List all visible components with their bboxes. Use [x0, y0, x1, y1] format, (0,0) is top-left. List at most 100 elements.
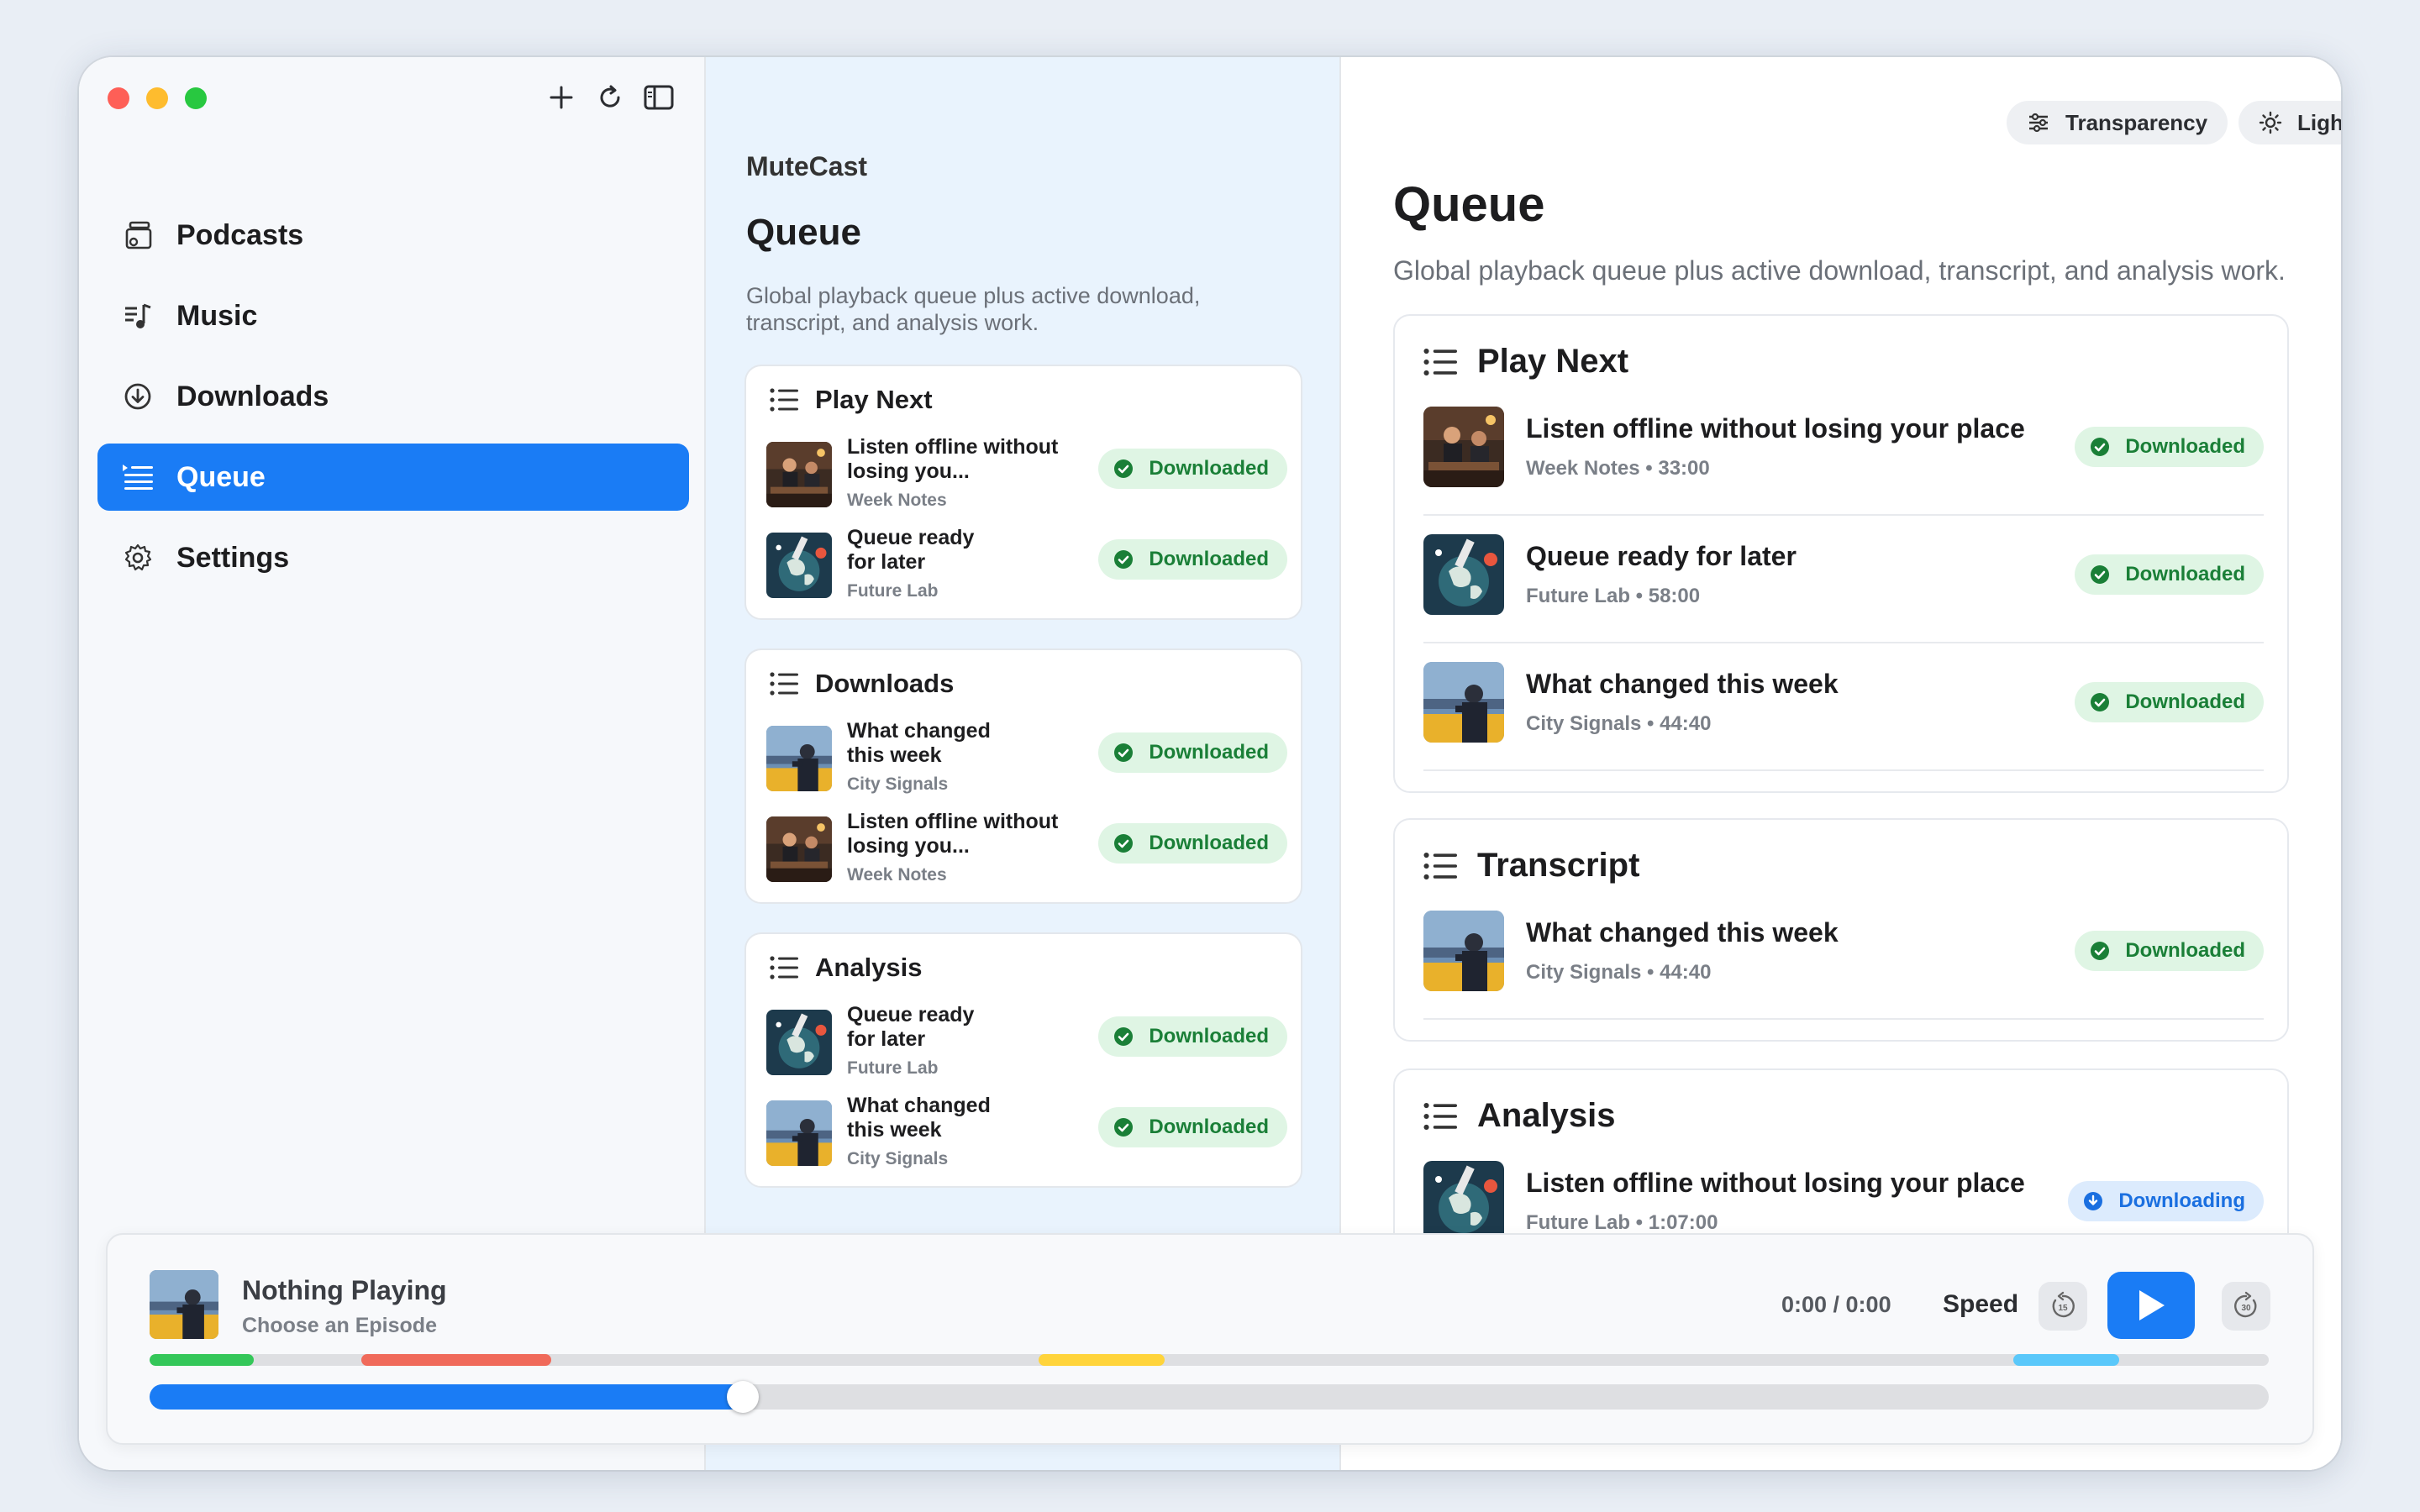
list-item[interactable]: Queue ready for later Future Lab Downloa… [766, 526, 1287, 603]
episode-title: Listen offline without losing you... [847, 435, 1059, 483]
status-badge: Downloaded [1098, 449, 1287, 489]
checkmark-icon [1113, 833, 1134, 853]
status-badge: Downloaded [1098, 1107, 1287, 1147]
episode-title: Listen offline without losing your place [1526, 413, 2025, 444]
list-item[interactable]: Queue ready for later Future Lab Downloa… [766, 1003, 1287, 1080]
detail-title: Queue [1393, 177, 1545, 232]
theme-toggle-button[interactable]: Light [2238, 101, 2341, 144]
window-controls [108, 87, 207, 109]
sidebar-item-music[interactable]: Music [97, 282, 689, 349]
list-icon [1423, 347, 1457, 377]
zoom-window-button[interactable] [185, 87, 207, 109]
episode-title: Listen offline without losing your place [1526, 1168, 2025, 1198]
music-icon [121, 299, 155, 333]
playback-scrubber-handle[interactable] [727, 1381, 759, 1413]
close-window-button[interactable] [108, 87, 129, 109]
status-label: Downloaded [1149, 832, 1269, 854]
table-row[interactable]: What changed this week City Signals • 44… [1423, 894, 2264, 1020]
segment-yellow [1039, 1354, 1165, 1366]
episode-meta: Future Lab • 1:07:00 [1526, 1211, 1718, 1234]
episode-title: What changed this week [1526, 917, 1839, 948]
episode-artwork [1423, 534, 1504, 615]
downloads-card: Downloads What changed this week City Si… [744, 648, 1302, 904]
skip-back-button[interactable]: 15 [2039, 1282, 2087, 1331]
status-label: Downloaded [1149, 1116, 1269, 1138]
svg-text:15: 15 [2058, 1304, 2068, 1313]
gear-icon [121, 541, 155, 575]
sidebar-toggle-icon[interactable] [644, 82, 674, 113]
list-item[interactable]: Listen offline without losing you... Wee… [766, 435, 1287, 512]
podcasts-icon [121, 218, 155, 252]
table-row[interactable]: What changed this week City Signals • 44… [1423, 645, 2264, 771]
section-heading: Analysis [770, 953, 923, 983]
playback-progress-fill [150, 1384, 743, 1410]
play-button[interactable] [2107, 1272, 2195, 1339]
sidebar-toolbar [546, 82, 674, 113]
episode-title: What changed this week [847, 1094, 991, 1142]
transcript-detail-card: Transcript What changed this week City S… [1393, 818, 2289, 1042]
segment-cyan [2013, 1354, 2119, 1366]
status-badge: Downloaded [2075, 554, 2264, 595]
checkmark-icon [2090, 941, 2110, 961]
sun-icon [2259, 111, 2282, 134]
play-next-card: Play Next Listen offline without losing … [744, 365, 1302, 620]
playback-time: 0:00 / 0:00 [1781, 1292, 1891, 1317]
list-item[interactable]: What changed this week City Signals Down… [766, 1094, 1287, 1171]
episode-meta: Week Notes • 33:00 [1526, 457, 1710, 480]
episode-title: What changed this week [1526, 669, 1839, 699]
episode-artwork [1423, 1161, 1504, 1242]
episode-title: Queue ready for later [1526, 541, 1797, 571]
episode-artwork [1423, 911, 1504, 991]
chapter-segments-bar [150, 1354, 2269, 1366]
minimize-window-button[interactable] [146, 87, 168, 109]
add-icon[interactable] [546, 82, 576, 113]
skip-forward-button[interactable]: 30 [2222, 1282, 2270, 1331]
table-row[interactable]: Queue ready for later Future Lab • 58:00… [1423, 517, 2264, 643]
list-icon [1423, 851, 1457, 881]
now-playing-artwork [150, 1270, 218, 1339]
status-label: Downloaded [2125, 435, 2245, 458]
episode-show: Future Lab [847, 1058, 939, 1078]
now-playing-title: Nothing Playing [242, 1275, 447, 1305]
status-label: Downloaded [2125, 690, 2245, 713]
list-icon [770, 671, 798, 696]
checkmark-icon [1113, 459, 1134, 479]
transparency-button[interactable]: Transparency [2007, 101, 2228, 144]
sidebar-item-label: Queue [176, 460, 266, 493]
status-label: Downloaded [2125, 563, 2245, 585]
download-progress-icon [2083, 1191, 2103, 1211]
episode-show: Week Notes [847, 491, 947, 510]
play-icon [2139, 1290, 2165, 1320]
status-label: Downloading [2118, 1189, 2245, 1212]
episode-artwork [766, 726, 832, 791]
sidebar-item-settings[interactable]: Settings [97, 524, 689, 591]
section-heading: Play Next [1423, 343, 1628, 381]
list-item[interactable]: What changed this week City Signals Down… [766, 719, 1287, 796]
sidebar-item-downloads[interactable]: Downloads [97, 363, 689, 430]
episode-artwork [766, 533, 832, 598]
list-item[interactable]: Listen offline without losing you... Wee… [766, 810, 1287, 887]
episode-meta: City Signals • 44:40 [1526, 961, 1712, 984]
refresh-icon[interactable] [595, 82, 625, 113]
playback-progress-slider[interactable] [150, 1381, 2269, 1413]
checkmark-icon [1113, 549, 1134, 570]
page-description: Global playback queue plus active downlo… [746, 283, 1201, 335]
status-badge: Downloaded [1098, 539, 1287, 580]
speed-button[interactable]: Speed [1943, 1290, 2018, 1319]
sidebar-item-queue[interactable]: Queue [97, 444, 689, 511]
status-badge: Downloading [2068, 1181, 2264, 1221]
sidebar-item-podcasts[interactable]: Podcasts [97, 202, 689, 269]
section-heading-label: Analysis [1477, 1097, 1616, 1134]
episode-title: What changed this week [847, 719, 991, 767]
table-row[interactable]: Listen offline without losing your place… [1423, 390, 2264, 516]
checkmark-icon [1113, 1026, 1134, 1047]
now-playing-subtitle: Choose an Episode [242, 1314, 437, 1337]
episode-meta: Future Lab • 58:00 [1526, 585, 1701, 607]
status-badge: Downloaded [2075, 931, 2264, 971]
checkmark-icon [2090, 692, 2110, 712]
status-badge: Downloaded [1098, 732, 1287, 773]
section-heading-label: Transcript [1477, 847, 1640, 884]
status-label: Downloaded [1149, 741, 1269, 764]
section-heading: Transcript [1423, 847, 1639, 885]
episode-artwork [766, 816, 832, 882]
